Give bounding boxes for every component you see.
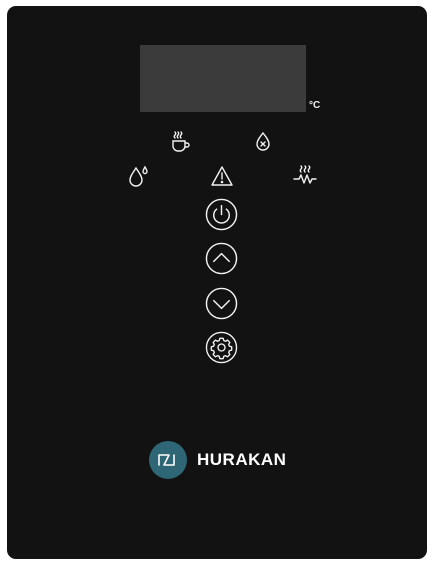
hot-cup-icon [167, 130, 193, 154]
warning-icon [209, 164, 235, 188]
no-water-icon [250, 130, 276, 154]
control-panel: °C HURAKAN [7, 6, 427, 559]
water-drop-icon [125, 164, 151, 188]
hurakan-logo-icon [149, 441, 187, 479]
brand-name: HURAKAN [197, 450, 287, 469]
settings-button[interactable] [205, 331, 238, 364]
chevron-down-icon [205, 287, 238, 320]
temperature-unit-label: °C [309, 100, 321, 111]
temperature-display [140, 45, 306, 112]
up-button[interactable] [205, 242, 238, 275]
power-button[interactable] [205, 198, 238, 231]
gear-icon [205, 331, 238, 364]
power-icon [205, 198, 238, 231]
chevron-up-icon [205, 242, 238, 275]
heating-element-icon [292, 164, 318, 188]
down-button[interactable] [205, 287, 238, 320]
brand-logo: HURAKAN [149, 441, 319, 481]
